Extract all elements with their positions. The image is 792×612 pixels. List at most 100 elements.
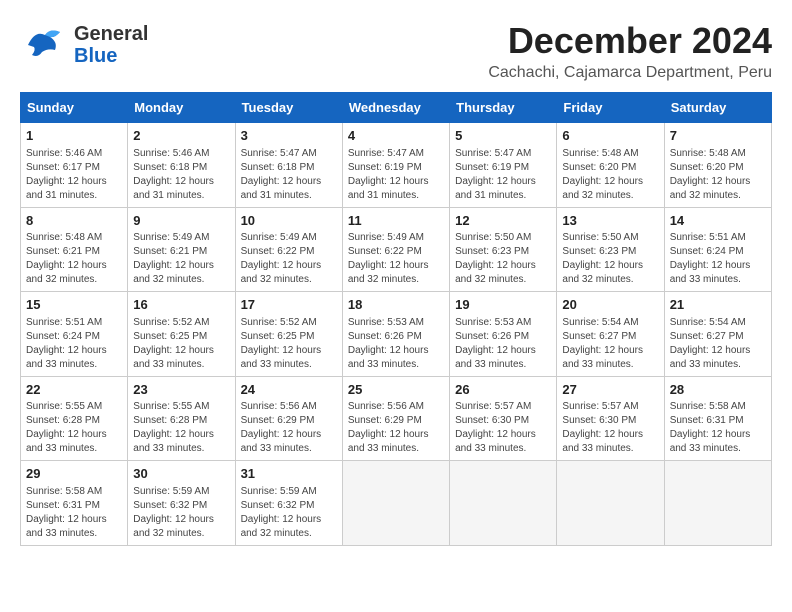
- day-info: Sunrise: 5:49 AM Sunset: 6:21 PM Dayligh…: [133, 231, 229, 287]
- day-number: 2: [133, 127, 229, 145]
- weekday-header-tuesday: Tuesday: [235, 93, 342, 123]
- calendar-cell: 1 Sunrise: 5:46 AM Sunset: 6:17 PM Daylig…: [21, 123, 128, 208]
- day-info: Sunrise: 5:54 AM Sunset: 6:27 PM Dayligh…: [562, 316, 658, 372]
- day-info: Sunrise: 5:46 AM Sunset: 6:17 PM Dayligh…: [26, 147, 122, 203]
- calendar-cell: [664, 461, 771, 546]
- calendar-cell: 24Sunrise: 5:56 AM Sunset: 6:29 PM Dayli…: [235, 376, 342, 461]
- day-number: 6: [562, 127, 658, 145]
- day-info: Sunrise: 5:54 AM Sunset: 6:27 PM Dayligh…: [670, 316, 766, 372]
- weekday-header-sunday: Sunday: [21, 93, 128, 123]
- calendar-cell: 13Sunrise: 5:50 AM Sunset: 6:23 PM Dayli…: [557, 207, 664, 292]
- calendar-cell: 21 Sunrise: 5:54 AM Sunset: 6:27 PM Dayli…: [664, 292, 771, 377]
- day-number: 29: [26, 465, 122, 483]
- calendar-cell: 29Sunrise: 5:58 AM Sunset: 6:31 PM Dayli…: [21, 461, 128, 546]
- day-info: Sunrise: 5:55 AM Sunset: 6:28 PM Dayligh…: [133, 400, 229, 456]
- day-number: 31: [241, 465, 337, 483]
- day-number: 11: [348, 212, 444, 230]
- calendar-cell: 20Sunrise: 5:54 AM Sunset: 6:27 PM Dayli…: [557, 292, 664, 377]
- day-number: 10: [241, 212, 337, 230]
- header: General Blue December 2024 Cachachi, Caj…: [20, 20, 772, 82]
- calendar-cell: 27Sunrise: 5:57 AM Sunset: 6:30 PM Dayli…: [557, 376, 664, 461]
- day-number: 19: [455, 296, 551, 314]
- calendar-cell: 14Sunrise: 5:51 AM Sunset: 6:24 PM Dayli…: [664, 207, 771, 292]
- day-number: 17: [241, 296, 337, 314]
- weekday-header-thursday: Thursday: [450, 93, 557, 123]
- day-number: 28: [670, 381, 766, 399]
- day-number: 8: [26, 212, 122, 230]
- day-number: 12: [455, 212, 551, 230]
- calendar-cell: [557, 461, 664, 546]
- calendar-cell: 30 Sunrise: 5:59 AM Sunset: 6:32 PM Dayli…: [128, 461, 235, 546]
- day-number: 14: [670, 212, 766, 230]
- calendar-cell: 28Sunrise: 5:58 AM Sunset: 6:31 PM Dayli…: [664, 376, 771, 461]
- calendar-cell: [342, 461, 449, 546]
- day-number: 1: [26, 127, 122, 145]
- day-number: 15: [26, 296, 122, 314]
- calendar-cell: 17 Sunrise: 5:52 AM Sunset: 6:25 PM Dayli…: [235, 292, 342, 377]
- calendar-cell: 8Sunrise: 5:48 AM Sunset: 6:21 PM Daylig…: [21, 207, 128, 292]
- day-info: Sunrise: 5:51 AM Sunset: 6:24 PM Dayligh…: [26, 316, 122, 372]
- day-number: 3: [241, 127, 337, 145]
- day-number: 26: [455, 381, 551, 399]
- calendar-cell: [450, 461, 557, 546]
- day-number: 21: [670, 296, 766, 314]
- title-section: December 2024 Cachachi, Cajamarca Depart…: [488, 20, 772, 82]
- day-number: 23: [133, 381, 229, 399]
- calendar-cell: 23Sunrise: 5:55 AM Sunset: 6:28 PM Dayli…: [128, 376, 235, 461]
- calendar-cell: 18Sunrise: 5:53 AM Sunset: 6:26 PM Dayli…: [342, 292, 449, 377]
- weekday-header-row: SundayMondayTuesdayWednesdayThursdayFrid…: [21, 93, 772, 123]
- day-number: 30: [133, 465, 229, 483]
- calendar-cell: 31Sunrise: 5:59 AM Sunset: 6:32 PM Dayli…: [235, 461, 342, 546]
- calendar-cell: 9Sunrise: 5:49 AM Sunset: 6:21 PM Daylig…: [128, 207, 235, 292]
- day-number: 27: [562, 381, 658, 399]
- calendar-cell: 10Sunrise: 5:49 AM Sunset: 6:22 PM Dayli…: [235, 207, 342, 292]
- day-number: 4: [348, 127, 444, 145]
- day-info: Sunrise: 5:47 AM Sunset: 6:19 PM Dayligh…: [348, 147, 444, 203]
- day-number: 22: [26, 381, 122, 399]
- logo-text: General Blue: [74, 23, 148, 67]
- calendar-cell: 7 Sunrise: 5:48 AM Sunset: 6:20 PM Daylig…: [664, 123, 771, 208]
- day-number: 13: [562, 212, 658, 230]
- day-info: Sunrise: 5:46 AM Sunset: 6:18 PM Dayligh…: [133, 147, 229, 203]
- calendar-cell: 4 Sunrise: 5:47 AM Sunset: 6:19 PM Daylig…: [342, 123, 449, 208]
- calendar-cell: 3 Sunrise: 5:47 AM Sunset: 6:18 PM Daylig…: [235, 123, 342, 208]
- day-info: Sunrise: 5:50 AM Sunset: 6:23 PM Dayligh…: [562, 231, 658, 287]
- calendar: SundayMondayTuesdayWednesdayThursdayFrid…: [20, 92, 772, 546]
- week-row-0: 1 Sunrise: 5:46 AM Sunset: 6:17 PM Daylig…: [21, 123, 772, 208]
- calendar-cell: 25Sunrise: 5:56 AM Sunset: 6:29 PM Dayli…: [342, 376, 449, 461]
- day-info: Sunrise: 5:57 AM Sunset: 6:30 PM Dayligh…: [455, 400, 551, 456]
- week-row-1: 8Sunrise: 5:48 AM Sunset: 6:21 PM Daylig…: [21, 207, 772, 292]
- calendar-cell: 12Sunrise: 5:50 AM Sunset: 6:23 PM Dayli…: [450, 207, 557, 292]
- day-info: Sunrise: 5:47 AM Sunset: 6:19 PM Dayligh…: [455, 147, 551, 203]
- day-info: Sunrise: 5:55 AM Sunset: 6:28 PM Dayligh…: [26, 400, 122, 456]
- calendar-cell: 22Sunrise: 5:55 AM Sunset: 6:28 PM Dayli…: [21, 376, 128, 461]
- day-info: Sunrise: 5:50 AM Sunset: 6:23 PM Dayligh…: [455, 231, 551, 287]
- weekday-header-monday: Monday: [128, 93, 235, 123]
- day-info: Sunrise: 5:47 AM Sunset: 6:18 PM Dayligh…: [241, 147, 337, 203]
- subtitle: Cachachi, Cajamarca Department, Peru: [488, 64, 772, 82]
- day-info: Sunrise: 5:57 AM Sunset: 6:30 PM Dayligh…: [562, 400, 658, 456]
- day-info: Sunrise: 5:59 AM Sunset: 6:32 PM Dayligh…: [133, 485, 229, 541]
- day-number: 25: [348, 381, 444, 399]
- calendar-cell: 19 Sunrise: 5:53 AM Sunset: 6:26 PM Dayli…: [450, 292, 557, 377]
- calendar-cell: 2 Sunrise: 5:46 AM Sunset: 6:18 PM Daylig…: [128, 123, 235, 208]
- calendar-cell: 11Sunrise: 5:49 AM Sunset: 6:22 PM Dayli…: [342, 207, 449, 292]
- calendar-cell: 16Sunrise: 5:52 AM Sunset: 6:25 PM Dayli…: [128, 292, 235, 377]
- weekday-header-friday: Friday: [557, 93, 664, 123]
- day-number: 9: [133, 212, 229, 230]
- month-title: December 2024: [488, 20, 772, 62]
- day-info: Sunrise: 5:49 AM Sunset: 6:22 PM Dayligh…: [348, 231, 444, 287]
- day-info: Sunrise: 5:52 AM Sunset: 6:25 PM Dayligh…: [133, 316, 229, 372]
- week-row-2: 15 Sunrise: 5:51 AM Sunset: 6:24 PM Dayli…: [21, 292, 772, 377]
- day-number: 5: [455, 127, 551, 145]
- day-info: Sunrise: 5:48 AM Sunset: 6:20 PM Dayligh…: [562, 147, 658, 203]
- day-info: Sunrise: 5:48 AM Sunset: 6:20 PM Dayligh…: [670, 147, 766, 203]
- calendar-cell: 5 Sunrise: 5:47 AM Sunset: 6:19 PM Daylig…: [450, 123, 557, 208]
- day-info: Sunrise: 5:52 AM Sunset: 6:25 PM Dayligh…: [241, 316, 337, 372]
- weekday-header-saturday: Saturday: [664, 93, 771, 123]
- week-row-3: 22Sunrise: 5:55 AM Sunset: 6:28 PM Dayli…: [21, 376, 772, 461]
- weekday-header-wednesday: Wednesday: [342, 93, 449, 123]
- day-info: Sunrise: 5:56 AM Sunset: 6:29 PM Dayligh…: [241, 400, 337, 456]
- day-info: Sunrise: 5:53 AM Sunset: 6:26 PM Dayligh…: [455, 316, 551, 372]
- day-number: 7: [670, 127, 766, 145]
